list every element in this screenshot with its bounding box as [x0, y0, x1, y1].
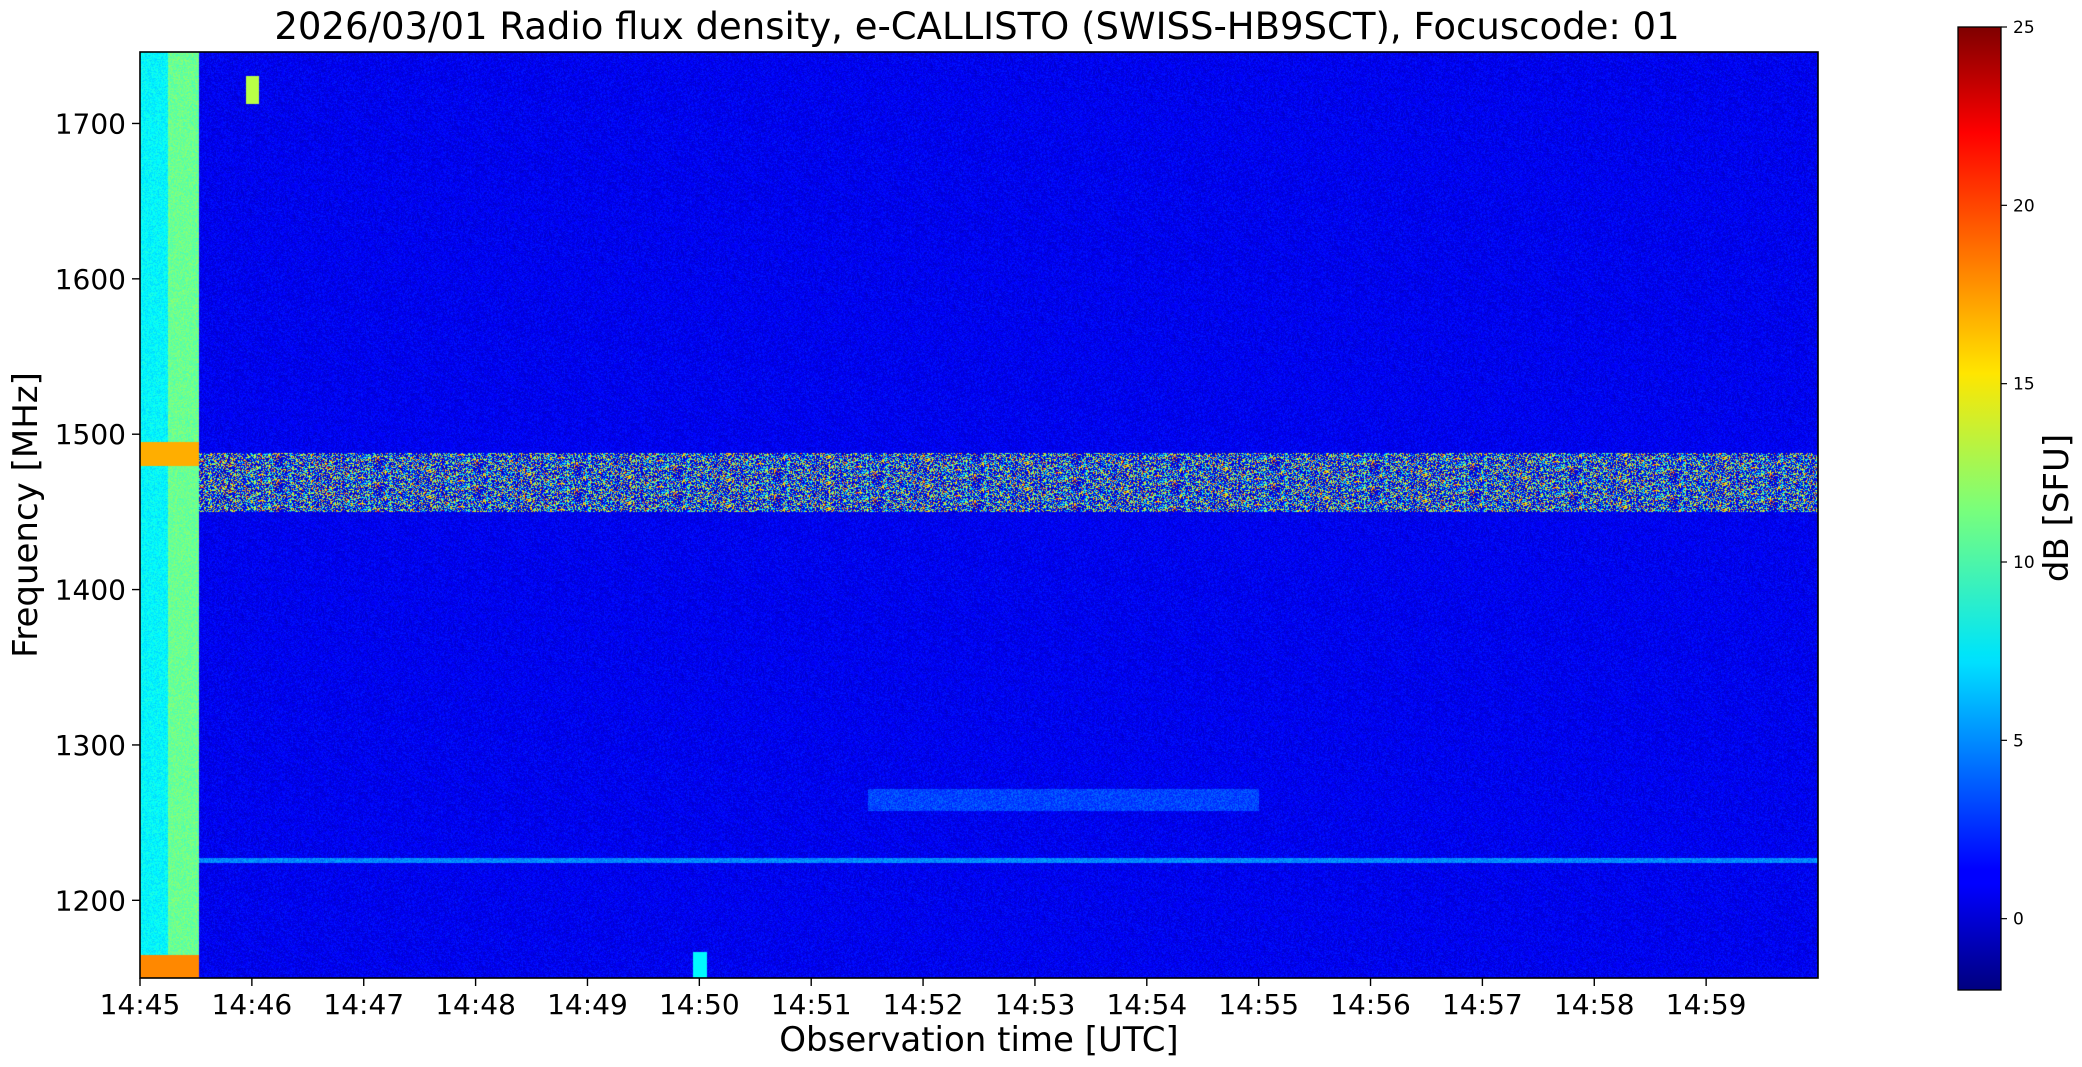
x-tick-label: 14:56: [1330, 988, 1411, 1021]
y-tick-label: 1600: [55, 263, 126, 296]
colorbar-gradient: [1957, 26, 2002, 991]
colorbar-tick-label: 15: [2013, 375, 2035, 395]
colorbar: 0 5 10 15 20 25: [1957, 18, 2035, 991]
spectrogram-plot: [140, 52, 1818, 978]
y-tick-label: 1200: [55, 884, 126, 917]
y-tick-label: 1400: [55, 574, 126, 607]
x-tick-label: 14:49: [547, 988, 628, 1021]
spectrogram-figure: 2026/03/01 Radio flux density, e-CALLIST…: [6, 5, 2077, 1060]
x-tick-label: 14:52: [883, 988, 964, 1021]
x-axis-label: Observation time [UTC]: [779, 1020, 1178, 1060]
colorbar-tick-label: 5: [2013, 731, 2024, 751]
x-tick-label: 14:55: [1218, 988, 1299, 1021]
spectrogram-image: [140, 52, 1818, 978]
y-tick-label: 1500: [55, 418, 126, 451]
x-tick-label: 14:54: [1106, 988, 1187, 1021]
x-tick-label: 14:59: [1666, 988, 1747, 1021]
x-tick-label: 14:50: [659, 988, 740, 1021]
x-tick-label: 14:53: [995, 988, 1076, 1021]
y-tick-label: 1700: [55, 107, 126, 140]
x-tick-label: 14:51: [771, 988, 852, 1021]
x-tick-label: 14:48: [435, 988, 516, 1021]
colorbar-ticks: 0 5 10 15 20 25: [2001, 18, 2035, 930]
x-tick-label: 14:58: [1554, 988, 1635, 1021]
x-tick-label: 14:46: [212, 988, 293, 1021]
colorbar-tick-label: 10: [2013, 553, 2035, 573]
x-tick-label: 14:47: [323, 988, 404, 1021]
x-axis: 14:45 14:46 14:47 14:48 14:49 14:50 14:51 14:52…: [100, 978, 1747, 1021]
x-tick-label: 14:45: [100, 988, 181, 1021]
x-tick-label: 14:57: [1442, 988, 1523, 1021]
y-tick-label: 1300: [55, 729, 126, 762]
chart-title: 2026/03/01 Radio flux density, e-CALLIST…: [274, 5, 1679, 48]
colorbar-tick-label: 25: [2013, 18, 2035, 38]
colorbar-tick-label: 20: [2013, 196, 2035, 216]
colorbar-label: dB [SFU]: [2037, 434, 2077, 582]
y-axis-label: Frequency [MHz]: [6, 372, 46, 658]
colorbar-tick-label: 0: [2013, 910, 2024, 930]
y-axis: 1200 1300 1400 1500 1600 1700: [55, 107, 140, 917]
